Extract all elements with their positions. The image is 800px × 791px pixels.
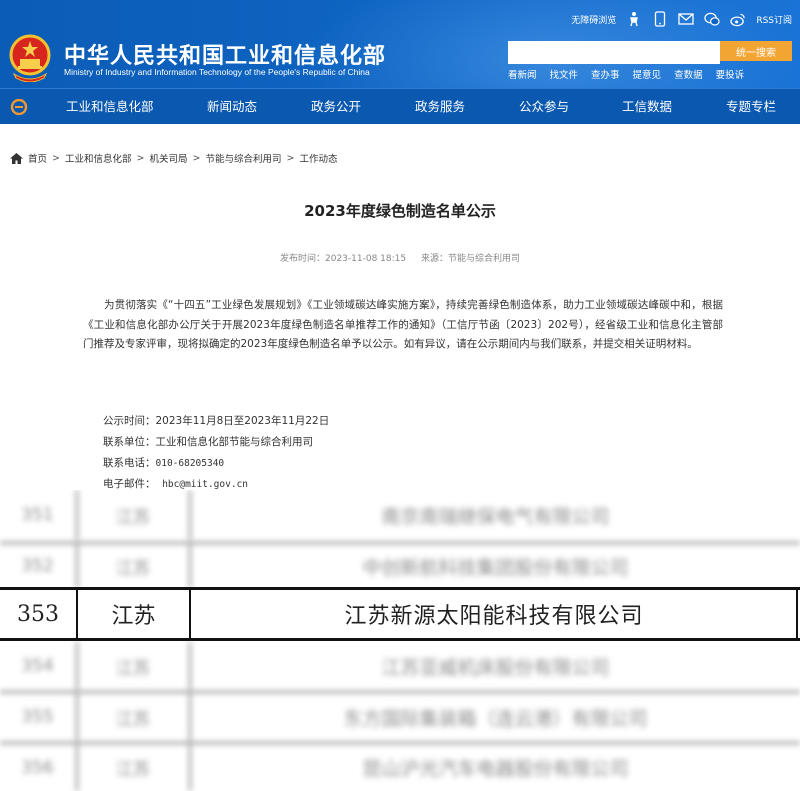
mail-icon[interactable] bbox=[678, 11, 694, 27]
table-row: 354 江苏 江苏亚威机床股份有限公司 bbox=[0, 642, 800, 690]
publish-time: 发布时间：2023-11-08 18:15 bbox=[280, 254, 407, 264]
contact-info: 公示时间：2023年11月8日至2023年11月22日 联系单位：工业和信息化部… bbox=[103, 411, 329, 496]
national-emblem-icon bbox=[9, 34, 51, 82]
weibo-icon[interactable] bbox=[730, 11, 746, 27]
site-title[interactable]: 中华人民共和国工业和信息化部 bbox=[64, 38, 386, 70]
row-number: 355 bbox=[21, 707, 54, 727]
quick-link-data[interactable]: 查数据 bbox=[674, 67, 703, 81]
row-province: 江苏 bbox=[116, 709, 150, 730]
nav-item-gov-affairs[interactable]: 政务公开 bbox=[311, 89, 361, 125]
row-company: 南京南瑞继保电气有限公司 bbox=[381, 505, 610, 528]
article-source: 来源：节能与综合利用司 bbox=[420, 254, 520, 264]
search-box bbox=[508, 41, 720, 64]
row-number: 351 bbox=[21, 505, 54, 525]
nav-item-gov-services[interactable]: 政务服务 bbox=[415, 89, 465, 125]
search-input[interactable] bbox=[508, 43, 720, 64]
phone-label: 联系电话： bbox=[103, 456, 156, 469]
search-button[interactable]: 统一搜索 bbox=[720, 41, 792, 61]
info-row-period: 公示时间：2023年11月8日至2023年11月22日 bbox=[103, 411, 329, 432]
table-row: 352 江苏 中创新航科技集团股份有限公司 bbox=[0, 544, 800, 588]
breadcrumb: 首页 > 工业和信息化部 > 机关司局 > 节能与综合利用司 > 工作动态 bbox=[10, 151, 337, 165]
email-label: 电子邮件： bbox=[103, 478, 156, 491]
chevron-right-icon: > bbox=[136, 152, 145, 164]
row-company: 江苏新源太阳能科技有限公司 bbox=[344, 604, 644, 629]
top-toolbar: 无障碍浏览 RSS订阅 bbox=[571, 10, 792, 28]
quick-link-services[interactable]: 查办事 bbox=[591, 67, 620, 81]
site-subtitle: Ministry of Industry and Information Tec… bbox=[64, 67, 370, 77]
nav-item-news[interactable]: 新闻动态 bbox=[207, 89, 257, 125]
quick-link-news[interactable]: 看新闻 bbox=[508, 67, 537, 81]
info-row-phone: 联系电话：010-68205340 bbox=[103, 453, 329, 475]
table-row-highlighted: 353 江苏 江苏新源太阳能科技有限公司 bbox=[0, 590, 800, 638]
breadcrumb-work-news[interactable]: 工作动态 bbox=[299, 151, 337, 165]
row-number: 354 bbox=[21, 656, 54, 676]
unit-value: 工业和信息化部节能与综合利用司 bbox=[155, 435, 314, 448]
green-manufacturing-table-image: 351 江苏 南京南瑞继保电气有限公司 352 江苏 中创新航科技集团股份有限公… bbox=[0, 490, 800, 791]
row-province: 江苏 bbox=[116, 760, 150, 780]
rss-link[interactable]: RSS订阅 bbox=[756, 13, 792, 26]
row-number: 353 bbox=[17, 601, 59, 627]
article-title: 2023年度绿色制造名单公示 bbox=[304, 202, 496, 220]
quick-links: 看新闻 找文件 查办事 提意见 查数据 要投诉 bbox=[508, 67, 744, 81]
chevron-right-icon: > bbox=[52, 152, 60, 164]
row-company: 江苏亚威机床股份有限公司 bbox=[381, 656, 610, 679]
home-icon[interactable] bbox=[10, 152, 23, 164]
quick-link-files[interactable]: 找文件 bbox=[550, 67, 579, 81]
row-divider bbox=[0, 638, 800, 641]
nav-item-participation[interactable]: 公众参与 bbox=[519, 89, 569, 125]
breadcrumb-energy-dept[interactable]: 节能与综合利用司 bbox=[205, 151, 281, 165]
chevron-right-icon: > bbox=[286, 152, 295, 164]
wechat-icon[interactable] bbox=[704, 11, 720, 27]
breadcrumb-departments[interactable]: 机关司局 bbox=[149, 151, 187, 165]
article-paragraph: 为贯彻落实《“十四五”工业绿色发展规划》《工业领域碳达峰实施方案》，持续完善绿色… bbox=[83, 299, 723, 350]
row-company: 中创新航科技集团股份有限公司 bbox=[362, 556, 629, 579]
quick-link-feedback[interactable]: 提意见 bbox=[633, 67, 662, 81]
phone-value: 010-68205340 bbox=[155, 457, 225, 469]
miit-logo-icon[interactable] bbox=[10, 99, 28, 115]
info-row-unit: 联系单位：工业和信息化部节能与综合利用司 bbox=[103, 432, 329, 453]
row-company: 昆山沪光汽车电器股份有限公司 bbox=[362, 758, 629, 780]
row-number: 356 bbox=[21, 757, 54, 778]
nav-item-topics[interactable]: 专题专栏 bbox=[726, 89, 776, 125]
accessibility-link[interactable]: 无障碍浏览 bbox=[571, 13, 616, 26]
row-province: 江苏 bbox=[116, 507, 150, 528]
period-label: 公示时间： bbox=[103, 415, 156, 427]
table-row: 355 江苏 东方国际集装箱（连云港）有限公司 bbox=[0, 693, 800, 741]
breadcrumb-home[interactable]: 首页 bbox=[28, 151, 47, 165]
quick-link-complaint[interactable]: 要投诉 bbox=[716, 67, 745, 81]
table-row: 351 江苏 南京南瑞继保电气有限公司 bbox=[0, 490, 800, 540]
site-header: 中华人民共和国工业和信息化部 Ministry of Industry and … bbox=[0, 0, 800, 88]
row-province: 江苏 bbox=[111, 604, 156, 629]
article-meta: 发布时间：2023-11-08 18:15 来源：节能与综合利用司 bbox=[0, 251, 800, 264]
row-company: 东方国际集装箱（连云港）有限公司 bbox=[343, 707, 648, 730]
chevron-right-icon: > bbox=[192, 152, 201, 164]
row-province: 江苏 bbox=[116, 558, 150, 579]
nav-item-miit[interactable]: 工业和信息化部 bbox=[66, 89, 154, 125]
column-divider bbox=[796, 590, 798, 638]
email-value[interactable]: hbc@miit.gov.cn bbox=[162, 479, 248, 490]
breadcrumb-miit[interactable]: 工业和信息化部 bbox=[65, 151, 132, 165]
elder-mode-icon[interactable] bbox=[626, 11, 642, 27]
table-row: 356 江苏 昆山沪光汽车电器股份有限公司 bbox=[0, 744, 800, 791]
mobile-icon[interactable] bbox=[652, 11, 668, 27]
row-number: 352 bbox=[21, 556, 54, 576]
row-province: 江苏 bbox=[116, 658, 150, 679]
period-value: 2023年11月8日至2023年11月22日 bbox=[155, 415, 330, 427]
nav-item-data[interactable]: 工信数据 bbox=[622, 89, 672, 125]
unit-label: 联系单位： bbox=[103, 435, 156, 448]
main-nav: 工业和信息化部 新闻动态 政务公开 政务服务 公众参与 工信数据 专题专栏 bbox=[0, 88, 800, 124]
